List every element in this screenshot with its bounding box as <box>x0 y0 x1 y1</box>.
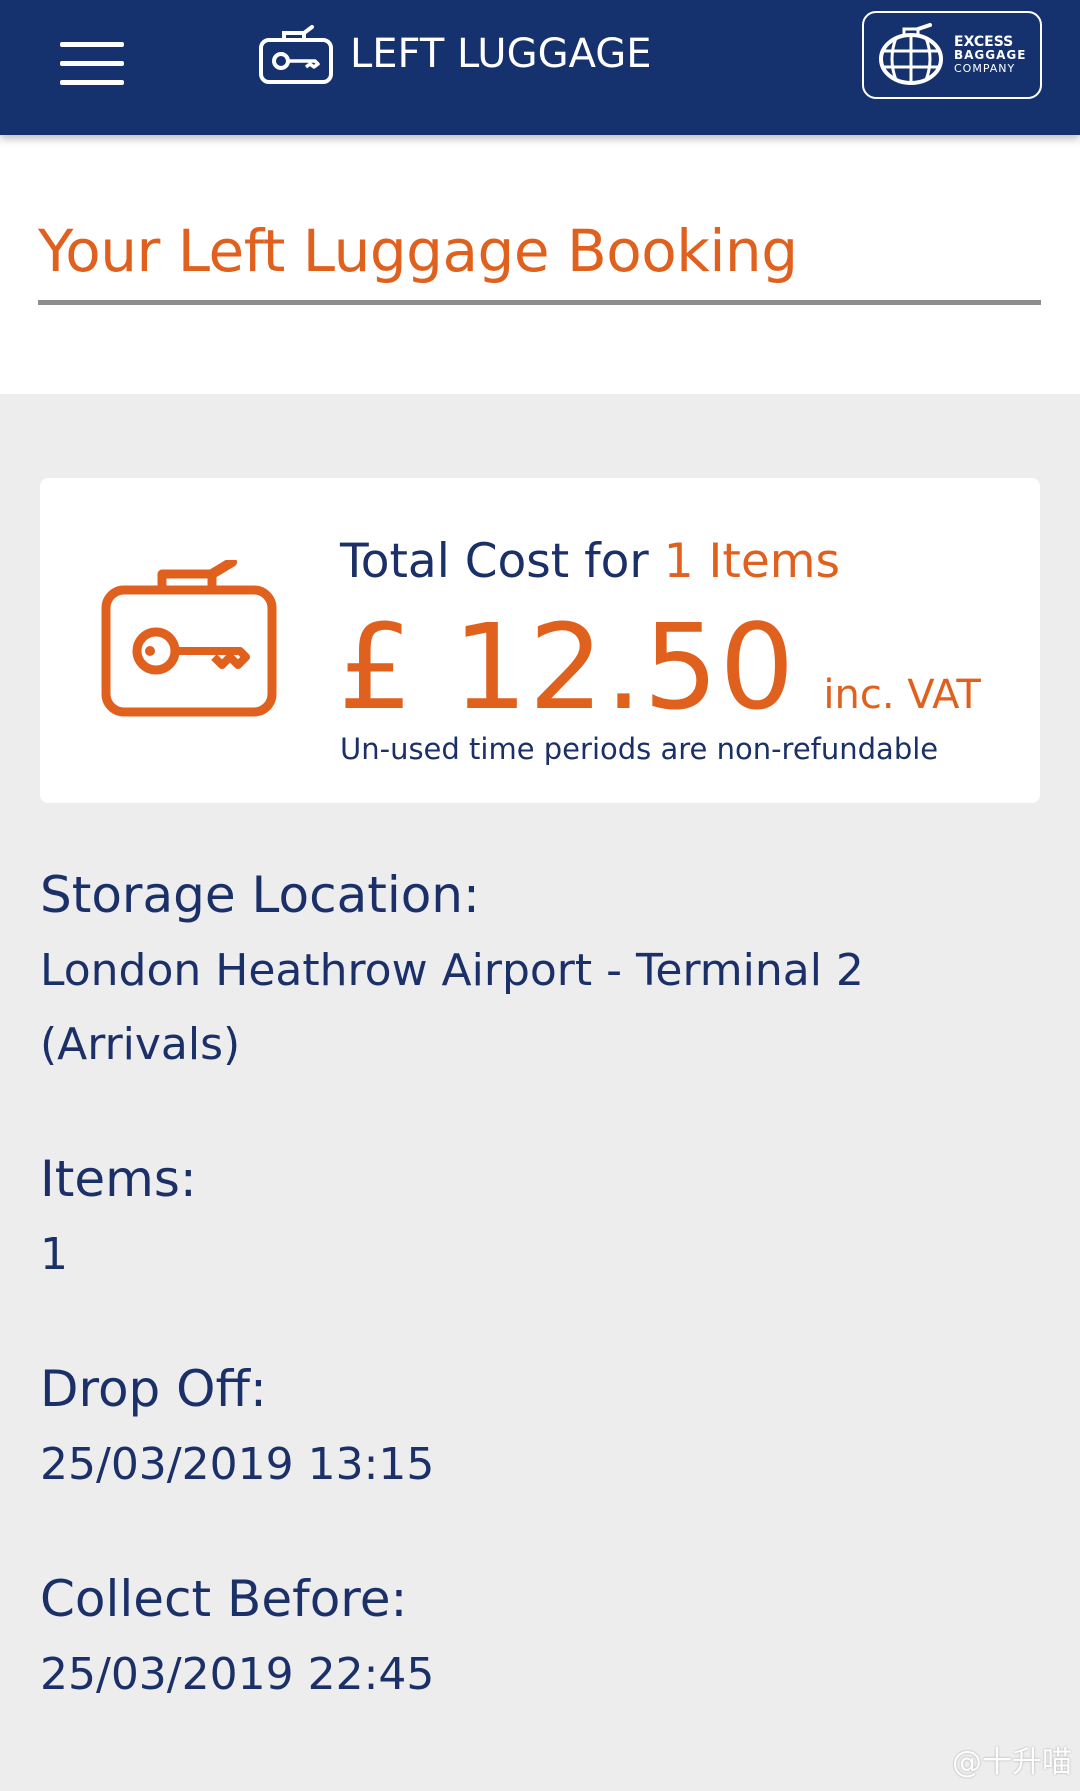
collect-before-section: Collect Before: 25/03/2019 22:45 <box>40 1570 434 1712</box>
price-row: £ 12.50 inc. VAT <box>338 598 981 736</box>
hamburger-menu-icon[interactable] <box>56 38 128 88</box>
refund-note: Un-used time periods are non-refundable <box>340 732 939 766</box>
total-cost-card: Total Cost for 1 Items £ 12.50 inc. VAT … <box>40 478 1040 803</box>
brand-name: LEFT LUGGAGE <box>350 31 652 77</box>
total-cost-heading: Total Cost for 1 Items <box>340 534 841 589</box>
drop-off-label: Drop Off: <box>40 1360 267 1418</box>
drop-off-value: 25/03/2019 13:15 <box>40 1439 435 1490</box>
watermark: @十升喵 <box>952 1745 1072 1780</box>
page-header: Your Left Luggage Booking <box>0 135 1080 394</box>
items-label: Items: <box>40 1150 197 1208</box>
items-section: Items: 1 <box>40 1150 197 1292</box>
storage-location-section: Storage Location: London Heathrow Airpor… <box>40 866 1000 1082</box>
vat-label: inc. VAT <box>823 672 981 718</box>
collect-before-label: Collect Before: <box>40 1570 408 1628</box>
globe-suitcase-icon <box>879 23 943 85</box>
excess-baggage-logo[interactable]: EXCESS BAGGAGE COMPANY <box>862 11 1042 99</box>
partner-name: EXCESS BAGGAGE COMPANY <box>954 33 1027 75</box>
storage-location-label: Storage Location: <box>40 866 480 924</box>
page-title: Your Left Luggage Booking <box>38 217 798 285</box>
luggage-key-icon <box>101 560 277 717</box>
brand-logo[interactable]: LEFT LUGGAGE <box>258 22 652 86</box>
item-count: 1 Items <box>663 534 841 589</box>
title-divider <box>38 300 1041 305</box>
drop-off-section: Drop Off: 25/03/2019 13:15 <box>40 1360 434 1502</box>
storage-location-value: London Heathrow Airport - Terminal 2 (Ar… <box>40 945 864 1070</box>
luggage-key-icon <box>259 25 333 84</box>
collect-before-value: 25/03/2019 22:45 <box>40 1649 435 1700</box>
items-value: 1 <box>40 1229 68 1280</box>
top-navigation-bar: LEFT LUGGAGE EXCESS BAGGAGE COMPANY <box>0 0 1080 135</box>
total-price: £ 12.50 <box>338 598 796 736</box>
